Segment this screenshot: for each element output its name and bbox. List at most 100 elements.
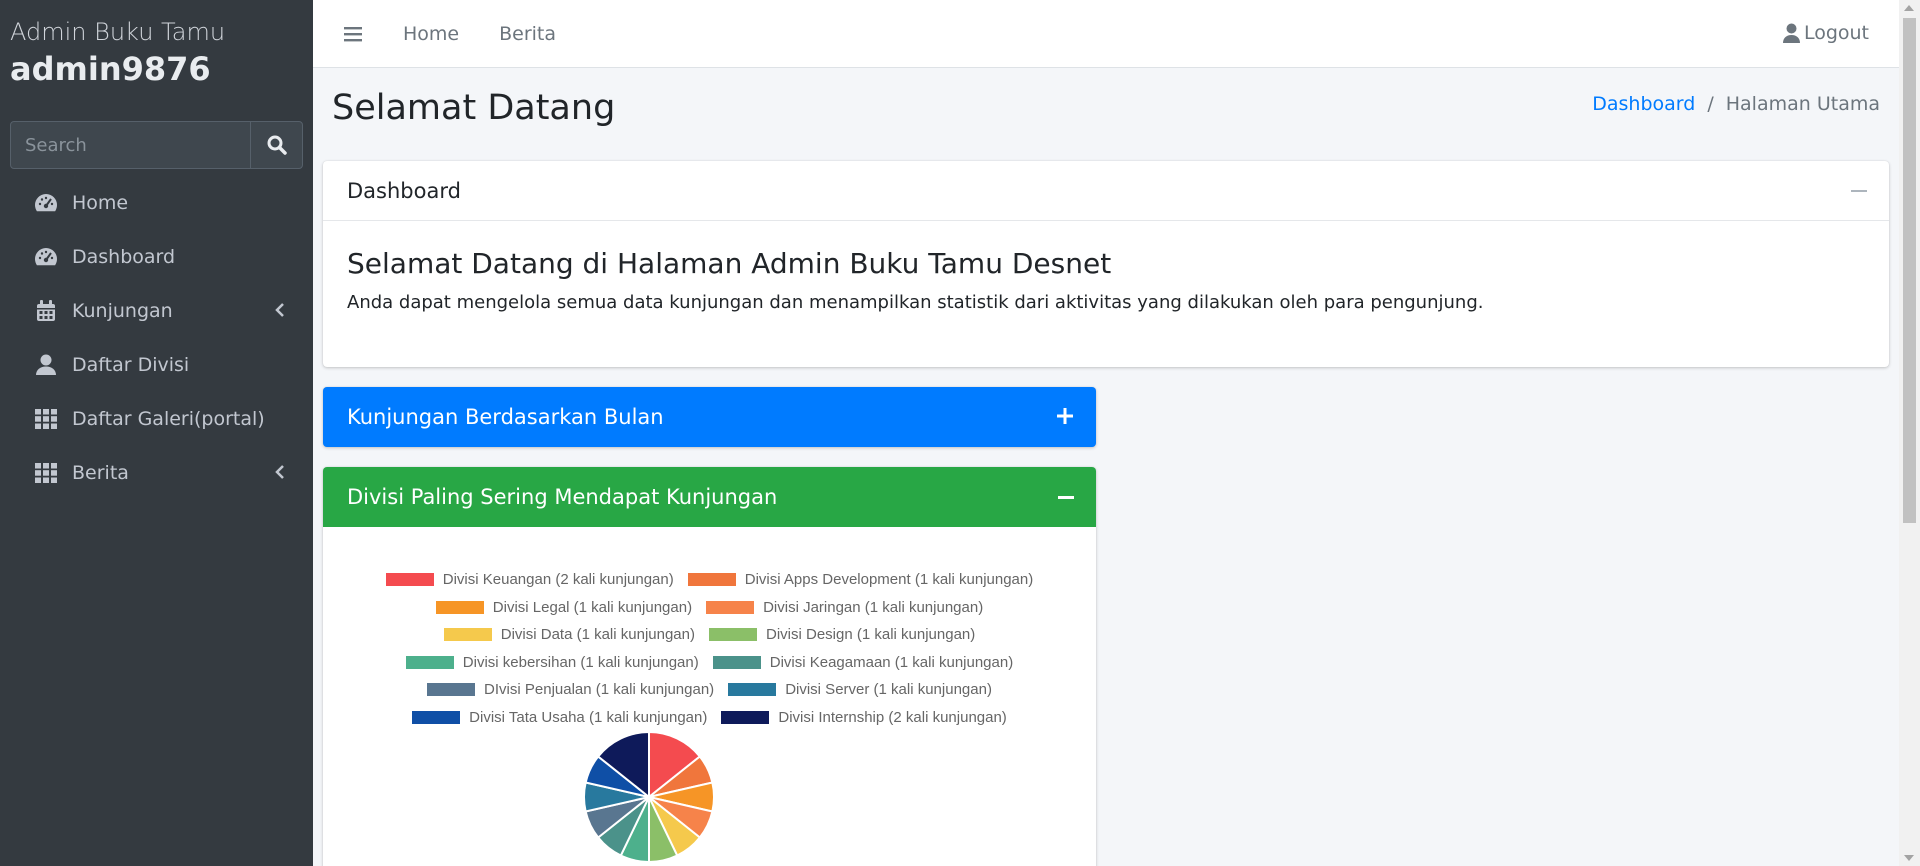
legend-item[interactable]: Divisi Data (1 kali kunjungan) xyxy=(443,626,695,643)
legend-label: Divisi Keagamaan (1 kali kunjungan) xyxy=(769,653,1014,671)
user-icon xyxy=(34,353,58,377)
dashboard-card: Dashboard Selamat Datang di Halaman Admi… xyxy=(323,161,1889,367)
card-title: Dashboard xyxy=(347,178,461,203)
brand: Admin Buku Tamu admin9876 xyxy=(0,0,313,108)
legend-row: Divisi Legal (1 kali kunjungan) Divisi Ja… xyxy=(323,599,1096,616)
legend-label: Divisi kebersihan (1 kali kunjungan) xyxy=(462,653,699,671)
legend-swatch xyxy=(721,710,770,724)
legend-label: Divisi Server (1 kali kunjungan) xyxy=(785,681,992,698)
expand-icon[interactable] xyxy=(1056,407,1074,425)
tachometer-icon xyxy=(34,191,58,215)
scroll-down-icon[interactable] xyxy=(1904,855,1914,861)
sidebar-item-home[interactable]: Home xyxy=(10,176,303,230)
legend-label: Divisi Internship (2 kali kunjungan) xyxy=(778,708,1007,726)
legend-swatch xyxy=(687,573,736,586)
card-header: Divisi Paling Sering Mendapat Kunjungan xyxy=(323,467,1096,527)
sidebar-item-label: Daftar Divisi xyxy=(72,354,190,376)
scrollbar-thumb[interactable] xyxy=(1903,18,1916,523)
legend-swatch xyxy=(405,655,454,669)
search-icon xyxy=(267,135,287,155)
welcome-heading: Selamat Datang di Halaman Admin Buku Tam… xyxy=(347,247,1112,280)
collapse-icon[interactable] xyxy=(1851,190,1867,192)
calendar-icon xyxy=(34,299,58,323)
legend-label: Divisi Legal (1 kali kunjungan) xyxy=(492,598,693,616)
sidebar-item-label: Kunjungan xyxy=(72,300,173,322)
grid-icon xyxy=(34,461,58,485)
legend-item[interactable]: Divisi Keagamaan (1 kali kunjungan) xyxy=(712,653,1014,671)
search-button[interactable] xyxy=(250,122,302,168)
sidebar-search xyxy=(10,121,303,169)
welcome-text: Anda dapat mengelola semua data kunjunga… xyxy=(347,292,1484,313)
legend-swatch xyxy=(427,683,476,696)
chevron-left-icon xyxy=(275,303,284,317)
nav-link-home[interactable]: Home xyxy=(403,23,459,45)
legend-swatch xyxy=(706,600,755,614)
user-icon xyxy=(1782,23,1800,43)
user-name[interactable]: admin9876 xyxy=(10,48,303,90)
legend-item[interactable]: Divisi Keuangan (2 kali kunjungan) xyxy=(385,571,674,588)
search-input[interactable] xyxy=(11,122,250,168)
legend-row: Divisi Tata Usaha (1 kali kunjungan) Divi… xyxy=(323,709,1096,726)
legend-item[interactable]: Divisi Internship (2 kali kunjungan) xyxy=(721,708,1007,726)
sidebar-item-berita[interactable]: Berita xyxy=(10,446,303,500)
legend-item[interactable]: Divisi Design (1 kali kunjungan) xyxy=(709,626,975,643)
brand-title[interactable]: Admin Buku Tamu xyxy=(10,16,303,48)
legend-swatch xyxy=(412,710,461,724)
chevron-left-icon xyxy=(275,465,284,479)
legend-item[interactable]: DIvisi Penjualan (1 kali kunjungan) xyxy=(427,681,714,698)
legend-row: Divisi kebersihan (1 kali kunjungan) Divi… xyxy=(323,654,1096,671)
legend-swatch xyxy=(709,628,757,641)
breadcrumb: Dashboard / Halaman Utama xyxy=(1592,93,1880,115)
card-body: Selamat Datang di Halaman Admin Buku Tam… xyxy=(323,221,1889,339)
collapse-icon[interactable] xyxy=(1058,496,1074,499)
legend-swatch xyxy=(385,573,434,586)
legend-row: Divisi Keuangan (2 kali kunjungan) Divisi… xyxy=(323,571,1096,588)
legend-item[interactable]: Divisi Apps Development (1 kali kunjunga… xyxy=(687,571,1034,588)
menu-toggle-icon[interactable] xyxy=(343,26,363,42)
sidebar-item-daftar-galeri[interactable]: Daftar Galeri(portal) xyxy=(10,392,303,446)
nav-link-berita[interactable]: Berita xyxy=(499,23,556,45)
sidebar: Admin Buku Tamu admin9876 Home Dashboard… xyxy=(0,0,313,866)
legend-item[interactable]: Divisi Tata Usaha (1 kali kunjungan) xyxy=(412,709,707,726)
legend-label: Divisi Jaringan (1 kali kunjungan) xyxy=(763,598,984,616)
monthly-visits-card: Kunjungan Berdasarkan Bulan xyxy=(323,387,1096,447)
card-header: Dashboard xyxy=(323,161,1889,221)
legend-swatch xyxy=(443,628,492,641)
sidebar-item-daftar-divisi[interactable]: Daftar Divisi xyxy=(10,338,303,392)
legend-swatch xyxy=(728,683,777,696)
sidebar-item-label: Dashboard xyxy=(72,246,176,268)
legend-label: Divisi Tata Usaha (1 kali kunjungan) xyxy=(469,708,708,726)
pie-chart xyxy=(583,730,715,864)
sidebar-item-dashboard[interactable]: Dashboard xyxy=(10,230,303,284)
legend-swatch xyxy=(712,655,761,669)
card-title: Kunjungan Berdasarkan Bulan xyxy=(347,405,664,429)
legend-swatch xyxy=(435,600,484,614)
legend-label: Divisi Data (1 kali kunjungan) xyxy=(500,626,695,643)
sidebar-nav: Home Dashboard Kunjungan Daftar Divisi D… xyxy=(10,176,303,500)
legend-label: DIvisi Penjualan (1 kali kunjungan) xyxy=(484,681,715,698)
sidebar-item-label: Home xyxy=(72,192,129,214)
logout-button[interactable]: Logout xyxy=(1782,22,1869,44)
legend-item[interactable]: Divisi Legal (1 kali kunjungan) xyxy=(435,598,693,616)
sidebar-item-label: Daftar Galeri(portal) xyxy=(72,408,265,430)
legend-item[interactable]: Divisi Server (1 kali kunjungan) xyxy=(728,681,992,698)
sidebar-item-label: Berita xyxy=(72,462,129,484)
legend-row: Divisi Data (1 kali kunjungan) Divisi Des… xyxy=(323,626,1096,643)
breadcrumb-separator: / xyxy=(1707,93,1714,115)
division-visits-card: Divisi Paling Sering Mendapat Kunjungan … xyxy=(323,467,1096,866)
topbar: Home Berita Logout xyxy=(313,0,1899,68)
sidebar-item-kunjungan[interactable]: Kunjungan xyxy=(10,284,303,338)
logout-label: Logout xyxy=(1803,22,1869,44)
tachometer-icon xyxy=(34,245,58,269)
legend-item[interactable]: Divisi Jaringan (1 kali kunjungan) xyxy=(706,599,983,616)
card-title: Divisi Paling Sering Mendapat Kunjungan xyxy=(347,485,778,509)
legend-label: Divisi Keuangan (2 kali kunjungan) xyxy=(442,571,674,588)
grid-icon xyxy=(34,407,58,431)
legend-item[interactable]: Divisi kebersihan (1 kali kunjungan) xyxy=(405,653,699,671)
breadcrumb-link-dashboard[interactable]: Dashboard xyxy=(1592,93,1695,115)
legend-row: DIvisi Penjualan (1 kali kunjungan) Divis… xyxy=(323,681,1096,698)
scroll-up-icon[interactable] xyxy=(1904,5,1914,11)
legend-label: Divisi Design (1 kali kunjungan) xyxy=(766,626,976,643)
legend-label: Divisi Apps Development (1 kali kunjunga… xyxy=(744,571,1034,588)
scrollbar[interactable] xyxy=(1899,0,1920,866)
